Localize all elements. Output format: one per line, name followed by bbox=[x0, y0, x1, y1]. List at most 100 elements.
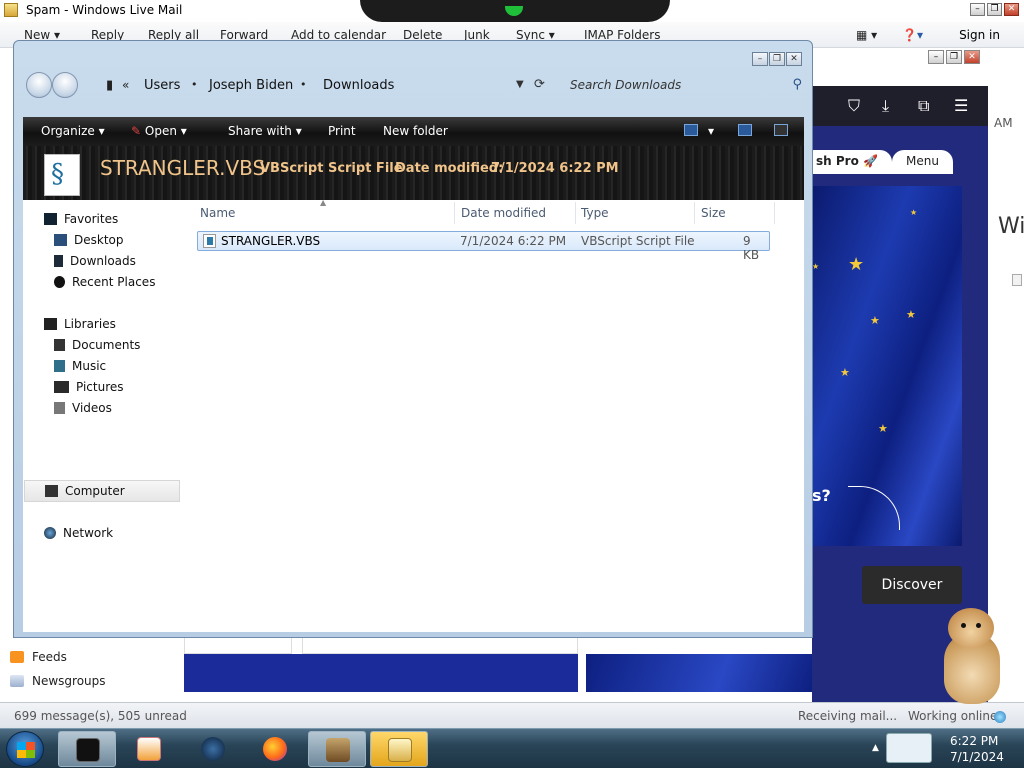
star: ★ bbox=[910, 208, 918, 217]
firefox-close-button[interactable]: ✕ bbox=[964, 50, 980, 64]
taskbar-explorer[interactable] bbox=[58, 731, 116, 767]
taskbar-bonzi-box[interactable] bbox=[308, 731, 366, 767]
downloads-icon[interactable]: ⤓ bbox=[882, 96, 889, 116]
nav-videos[interactable]: Videos bbox=[54, 401, 112, 415]
wlm-title: Spam - Windows Live Mail bbox=[26, 3, 183, 17]
nav-desktop[interactable]: Desktop bbox=[54, 233, 124, 247]
show-hidden-icons-button[interactable]: ▲ bbox=[872, 743, 879, 753]
file-type: VBScript Script File bbox=[581, 234, 695, 248]
online-status: Working online bbox=[908, 709, 998, 723]
breadcrumb-separator[interactable]: • bbox=[300, 78, 307, 91]
print-button[interactable]: Print bbox=[328, 124, 356, 138]
extensions-icon[interactable]: ⧉ bbox=[918, 96, 929, 116]
column-divider[interactable] bbox=[774, 202, 775, 224]
desktop-icon bbox=[54, 234, 67, 246]
breadcrumb-downloads[interactable]: Downloads bbox=[323, 78, 394, 93]
table-row[interactable]: STRANGLER.VBS 7/1/2024 6:22 PM VBScript … bbox=[197, 231, 770, 262]
discover-button[interactable]: Discover bbox=[862, 566, 962, 604]
breadcrumb-joseph-biden[interactable]: Joseph Biden bbox=[209, 78, 293, 93]
box-app-icon bbox=[326, 738, 350, 762]
mail-app-icon bbox=[388, 738, 412, 762]
column-header-size[interactable]: Size bbox=[701, 206, 726, 220]
nav-music[interactable]: Music bbox=[54, 359, 106, 373]
music-icon bbox=[54, 360, 65, 372]
media-player-icon bbox=[137, 737, 161, 761]
nav-pictures[interactable]: Pictures bbox=[54, 380, 124, 394]
help-icon[interactable]: ❓▾ bbox=[902, 28, 923, 42]
pro-tab[interactable]: sh Pro 🚀 bbox=[802, 150, 892, 174]
share-with-button[interactable]: Share with ▾ bbox=[228, 124, 302, 138]
column-divider[interactable] bbox=[694, 202, 695, 224]
script-file-icon: § bbox=[44, 154, 80, 196]
refresh-icon[interactable]: ⟳ bbox=[534, 77, 545, 92]
column-header-type[interactable]: Type bbox=[581, 206, 609, 220]
firefox-minimize-button[interactable]: – bbox=[928, 50, 944, 64]
column-header-date-modified[interactable]: Date modified bbox=[461, 206, 546, 220]
taskbar-globe-app[interactable] bbox=[184, 731, 242, 767]
network-status-icon[interactable] bbox=[886, 733, 932, 763]
new-folder-button[interactable]: New folder bbox=[383, 124, 448, 138]
maximize-button[interactable]: ❐ bbox=[987, 3, 1002, 16]
column-divider[interactable] bbox=[454, 202, 455, 224]
search-icon[interactable]: ⚲ bbox=[792, 77, 802, 92]
clock-date[interactable]: 7/1/2024 bbox=[950, 750, 1004, 764]
help-icon[interactable] bbox=[774, 124, 788, 136]
downloads-folder-icon bbox=[54, 255, 63, 267]
newsgroups-folder[interactable]: Newsgroups bbox=[10, 674, 106, 688]
change-view-icon[interactable] bbox=[684, 124, 698, 136]
open-button[interactable]: ✎ Open ▾ bbox=[131, 124, 187, 138]
view-icon[interactable]: ▦ ▾ bbox=[856, 28, 877, 42]
pocket-icon[interactable]: ⛉ bbox=[848, 96, 860, 116]
address-bar[interactable]: ▮ « Users • Joseph Biden • Downloads ▼ ⟳ bbox=[96, 74, 552, 98]
newsgroups-icon bbox=[10, 675, 24, 687]
curved-arrow bbox=[848, 486, 900, 530]
file-name: STRANGLER.VBS bbox=[221, 234, 321, 248]
nav-favorites[interactable]: Favorites bbox=[44, 212, 118, 226]
nav-documents[interactable]: Documents bbox=[54, 338, 140, 352]
feeds-folder[interactable]: Feeds bbox=[10, 650, 67, 664]
content-banner bbox=[586, 654, 812, 692]
forward-button[interactable] bbox=[52, 72, 78, 98]
minimize-button[interactable]: – bbox=[970, 3, 985, 16]
nav-recent-places[interactable]: Recent Places bbox=[54, 275, 155, 289]
explorer-close-button[interactable]: ✕ bbox=[786, 52, 802, 66]
nav-downloads[interactable]: Downloads bbox=[54, 254, 136, 268]
breadcrumb-separator[interactable]: • bbox=[191, 78, 198, 91]
hamburger-menu-icon[interactable]: ☰ bbox=[954, 96, 968, 115]
nav-libraries[interactable]: Libraries bbox=[44, 317, 116, 331]
breadcrumb-users[interactable]: Users bbox=[144, 78, 180, 93]
view-dropdown-icon[interactable]: ▾ bbox=[708, 124, 714, 138]
firefox-maximize-button[interactable]: ❐ bbox=[946, 50, 962, 64]
hamster-mascot[interactable] bbox=[936, 606, 1008, 706]
preview-pane-icon[interactable] bbox=[738, 124, 752, 136]
pictures-icon bbox=[54, 381, 69, 393]
scrollbar[interactable] bbox=[1012, 274, 1022, 286]
clock-time[interactable]: 6:22 PM bbox=[950, 734, 998, 748]
address-dropdown-icon[interactable]: ▼ bbox=[516, 79, 524, 90]
search-box[interactable]: Search Downloads ⚲ bbox=[568, 74, 806, 98]
organize-button[interactable]: Organize ▾ bbox=[41, 124, 105, 138]
start-button[interactable] bbox=[6, 731, 44, 767]
system-tray: ▲ 6:22 PM 7/1/2024 bbox=[868, 729, 1024, 769]
column-header-name[interactable]: Name bbox=[200, 206, 235, 220]
explorer-minimize-button[interactable]: – bbox=[752, 52, 768, 66]
star: ★ bbox=[870, 314, 880, 327]
details-pane: § STRANGLER.VBS VBScript Script File Dat… bbox=[23, 146, 804, 200]
search-input[interactable]: Search Downloads bbox=[570, 78, 681, 92]
network-icon bbox=[44, 527, 56, 539]
close-button[interactable]: ✕ bbox=[1004, 3, 1019, 16]
nav-network[interactable]: Network bbox=[44, 526, 113, 540]
sign-in-link[interactable]: Sign in bbox=[959, 28, 1000, 42]
explorer-maximize-button[interactable]: ❐ bbox=[769, 52, 785, 66]
column-divider[interactable] bbox=[575, 202, 576, 224]
message-count: 699 message(s), 505 unread bbox=[14, 709, 187, 723]
taskbar-media-player[interactable] bbox=[120, 731, 178, 767]
overflow-chevron-icon[interactable]: « bbox=[122, 78, 129, 92]
nav-computer[interactable]: Computer bbox=[24, 480, 180, 502]
taskbar-firefox[interactable] bbox=[246, 731, 304, 767]
computer-icon bbox=[45, 485, 58, 497]
back-button[interactable] bbox=[26, 72, 52, 98]
menu-tab[interactable]: Menu bbox=[892, 150, 953, 174]
rss-icon bbox=[10, 651, 24, 663]
taskbar-windows-live-mail[interactable] bbox=[370, 731, 428, 767]
